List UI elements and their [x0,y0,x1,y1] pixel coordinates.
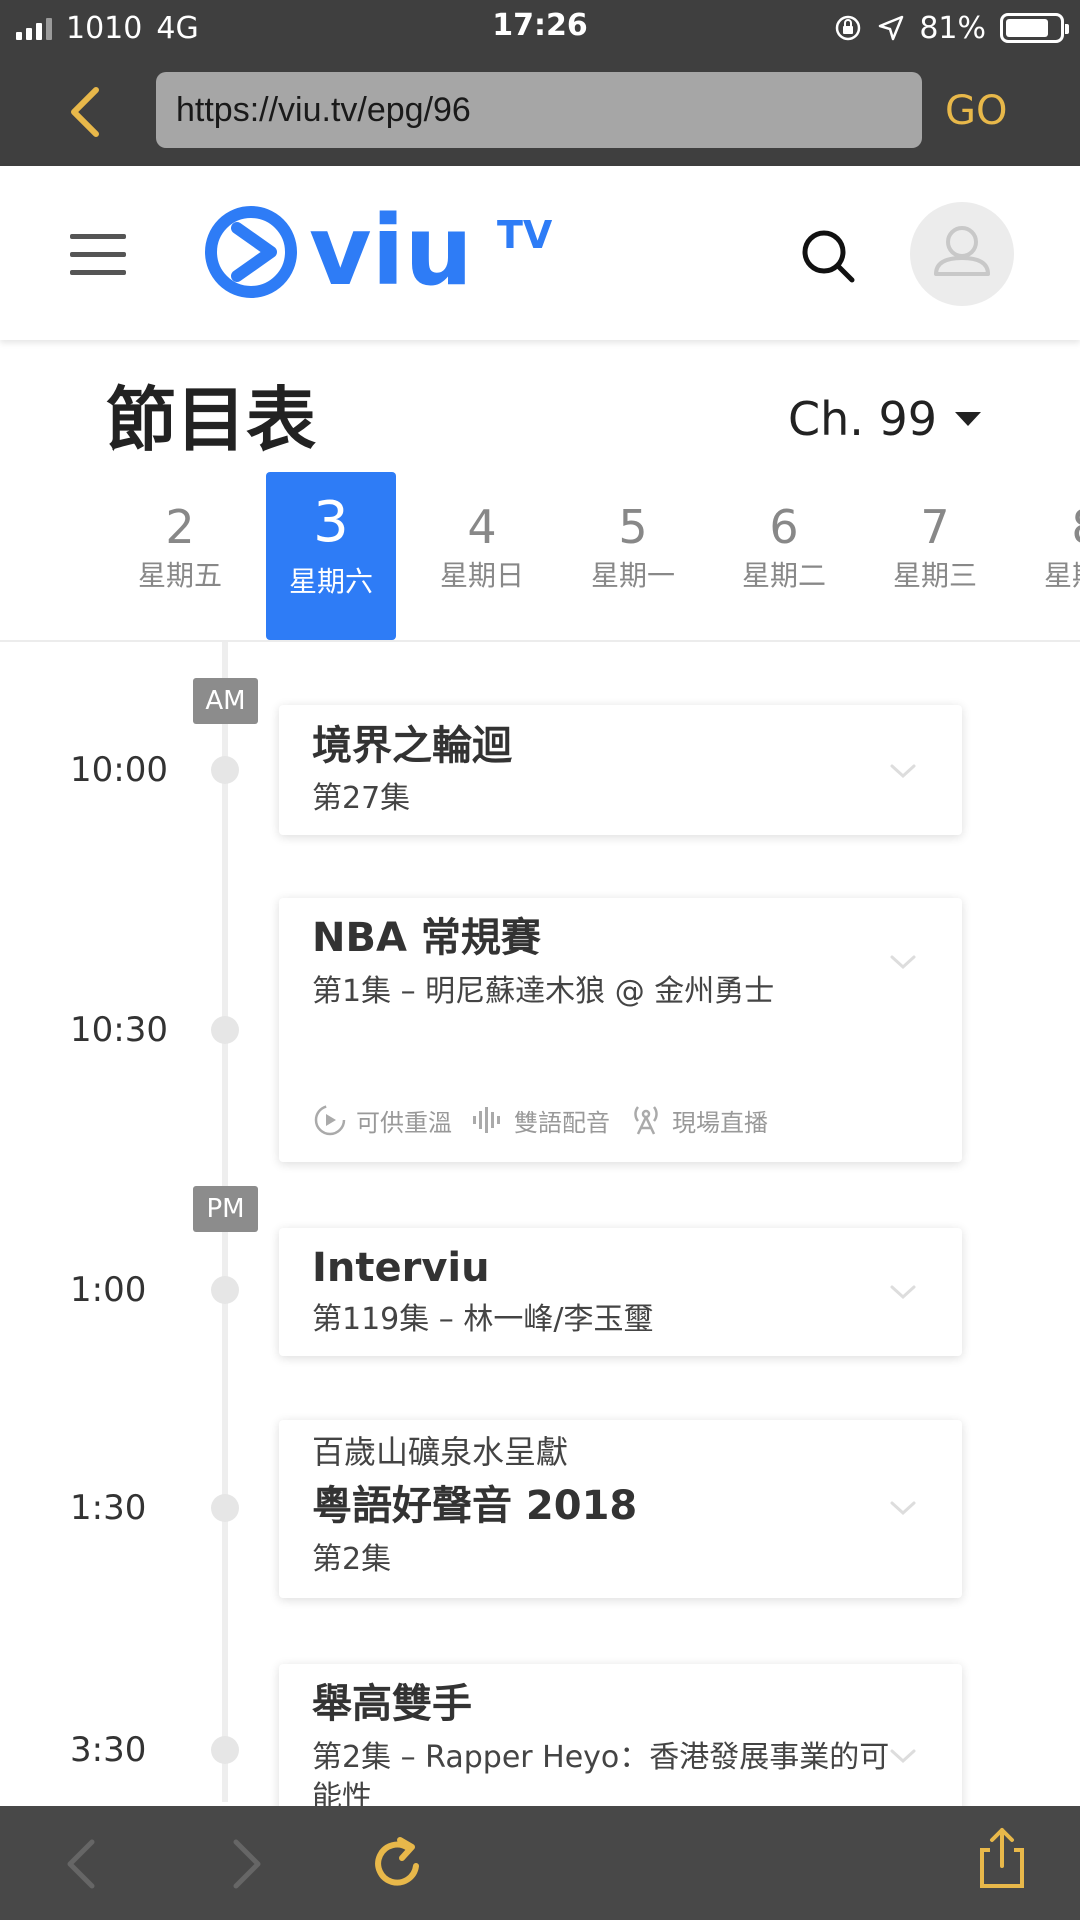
program-episode: 第1集 – 明尼蘇達木狼 @ 金州勇士 [312,974,775,1009]
go-button[interactable]: GO [945,86,1007,136]
date-number: 8 [1021,500,1080,554]
program-title: NBA 常規賽 [312,915,541,961]
status-bar: 1010 4G 17:26 81% [0,0,1080,56]
orientation-lock-icon [836,15,861,41]
timeline-dot [211,1494,239,1522]
replay-icon [314,1104,346,1136]
date-weekday: 星期四 [1043,559,1080,592]
share-icon[interactable] [970,1826,1034,1890]
date-tab-7[interactable]: 7 星期三 [870,470,1000,640]
program-title: 粵語好聲音 2018 [312,1483,638,1529]
audio-wave-icon [473,1107,500,1133]
timeline-dot [211,1016,239,1044]
nav-back-icon[interactable] [52,1832,116,1896]
timeline-dot [211,1276,239,1304]
date-number: 7 [920,500,950,554]
program-card[interactable]: 境界之輪迴 第27集 [279,705,962,835]
program-card[interactable]: 百歲山礦泉水呈獻 粵語好聲音 2018 第2集 [279,1420,962,1598]
chevron-down-icon[interactable] [888,1746,918,1766]
date-number: 6 [769,500,799,554]
time-label: 10:00 [70,750,168,790]
browser-toolbar [0,1806,1080,1920]
broadcast-tower-icon [634,1106,658,1135]
date-tab-2[interactable]: 2 星期五 [115,470,245,640]
date-tab-6[interactable]: 6 星期二 [719,470,849,640]
channel-label: Ch. 99 [788,392,938,446]
program-sponsor: 百歲山礦泉水呈獻 [312,1433,569,1471]
program-episode: 第27集 [312,781,411,816]
program-flags: 可供重溫 雙語配音 現場直播 [312,1102,768,1138]
location-arrow-icon [879,15,904,41]
user-icon [934,226,990,276]
browser-address-bar: GO [0,56,1080,166]
reload-icon[interactable] [366,1832,430,1896]
program-title: Interviu [312,1245,490,1291]
flag-replay: 可供重溫 [312,1102,452,1138]
back-chevron-icon[interactable] [60,84,116,140]
logo-superscript: TV [497,213,553,257]
menu-icon[interactable] [70,234,126,275]
chevron-down-icon[interactable] [888,761,918,781]
url-input[interactable] [156,72,922,148]
flag-live: 現場直播 [628,1102,768,1138]
program-title: 境界之輪迴 [312,723,512,769]
battery-percent: 81% [919,10,986,46]
date-weekday: 星期二 [741,559,826,592]
date-tab-4[interactable]: 4 星期日 [417,470,547,640]
program-episode: 第2集 [312,1542,392,1577]
program-card[interactable]: Interviu 第119集 – 林一峰/李玉璽 [279,1228,962,1356]
logo-wordmark: viu [309,196,473,307]
time-label: 1:30 [70,1488,147,1528]
date-number: 5 [618,500,648,554]
chevron-down-icon[interactable] [888,1282,918,1302]
viutv-logo[interactable]: viu TV [205,196,565,308]
date-number: 3 [313,490,349,555]
channel-selector[interactable]: Ch. 99 [788,392,982,446]
caret-down-icon [955,412,982,426]
flag-bilingual: 雙語配音 [470,1102,610,1138]
date-number: 2 [165,500,195,554]
date-tab-5[interactable]: 5 星期一 [568,470,698,640]
battery-fill [1006,19,1049,37]
search-icon[interactable] [798,226,858,286]
date-weekday: 星期日 [439,559,524,592]
program-title: 舉高雙手 [312,1681,472,1727]
am-badge: AM [193,678,258,724]
date-tab-3[interactable]: 3 星期六 [266,472,396,640]
user-avatar-button[interactable] [910,202,1014,306]
status-right: 81% [833,8,1069,48]
battery-icon [1000,13,1069,43]
flag-replay-label: 可供重溫 [356,1108,452,1137]
time-label: 1:00 [70,1270,147,1310]
program-card[interactable]: NBA 常規賽 第1集 – 明尼蘇達木狼 @ 金州勇士 可供重溫 雙語配音 現場… [279,898,962,1162]
date-weekday: 星期五 [137,559,222,592]
time-label: 3:30 [70,1730,147,1770]
timeline-dot [211,756,239,784]
date-weekday: 星期三 [892,559,977,592]
time-label: 10:30 [70,1010,168,1050]
flag-live-label: 現場直播 [672,1108,768,1137]
page-title: 節目表 [106,379,316,461]
timeline-dot [211,1736,239,1764]
flag-bilingual-label: 雙語配音 [514,1108,610,1137]
pm-badge: PM [193,1186,258,1232]
date-number: 4 [467,500,497,554]
site-header: viu TV [0,166,1080,340]
date-tab-8[interactable]: 8 星期四 [1021,470,1080,640]
chevron-down-icon[interactable] [888,1498,918,1518]
date-weekday: 星期六 [288,565,373,598]
nav-forward-icon[interactable] [212,1832,276,1896]
date-tabs: 2 星期五 3 星期六 4 星期日 5 星期一 6 星期二 7 星期三 8 星期… [0,470,1080,642]
program-episode: 第119集 – 林一峰/李玉璽 [312,1302,654,1337]
date-weekday: 星期一 [590,559,675,592]
chevron-down-icon[interactable] [888,952,918,972]
